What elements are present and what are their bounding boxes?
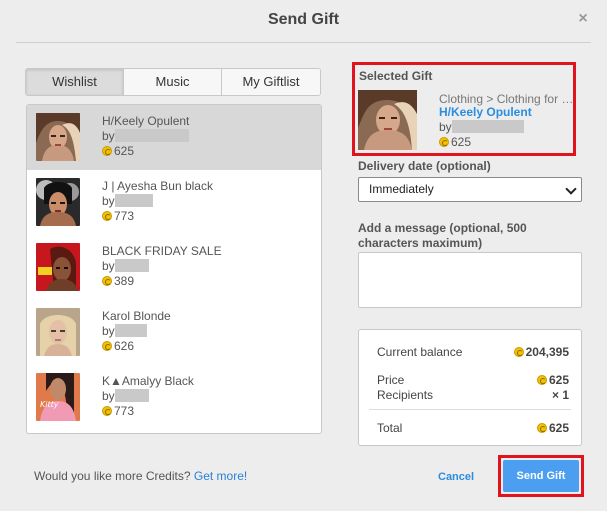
redacted-creator (114, 129, 189, 142)
item-creator: by (102, 324, 147, 338)
redacted-creator (114, 259, 149, 272)
credits-icon (536, 375, 547, 385)
credits-icon (513, 347, 524, 357)
item-name: Karol Blonde (102, 309, 171, 323)
delivery-date-label: Delivery date (optional) (358, 159, 491, 173)
total-value: 625 (536, 421, 569, 435)
total-row: Total 625 (377, 421, 569, 435)
avatar-thumbnail (36, 243, 80, 291)
selected-gift-name[interactable]: H/Keely Opulent (439, 105, 532, 119)
item-price: 389 (102, 274, 134, 288)
item-name: K▲Amalyy Black (102, 374, 194, 388)
price-value: 625 (536, 373, 569, 387)
send-gift-button[interactable]: Send Gift (503, 460, 579, 492)
delivery-date-value: Immediately (369, 182, 434, 196)
price-label: Price (377, 373, 405, 387)
cancel-button[interactable]: Cancel (438, 471, 474, 483)
list-item[interactable]: J | Ayesha Bun black by 773 (27, 170, 321, 235)
credits-prompt: Would you like more Credits? Get more! (34, 469, 247, 483)
item-price: 773 (102, 404, 134, 418)
item-price: 625 (102, 144, 134, 158)
credits-icon (102, 146, 112, 156)
item-creator: by (102, 259, 149, 273)
redacted-creator (114, 194, 153, 207)
item-price: 773 (102, 209, 134, 223)
balance-label: Current balance (377, 345, 463, 359)
delivery-date-select[interactable]: Immediately (358, 177, 582, 202)
title-divider (16, 42, 591, 43)
selected-gift-category: Clothing > Clothing for Females (439, 92, 575, 106)
selected-gift-label: Selected Gift (359, 69, 433, 83)
avatar-thumbnail (36, 113, 80, 161)
list-item[interactable]: Kitty K▲Amalyy Black by 773 (27, 365, 321, 430)
avatar-thumbnail: Kitty (36, 373, 80, 421)
dialog-title: Send Gift (267, 11, 340, 28)
selected-gift-price: 625 (439, 135, 471, 149)
item-price: 626 (102, 339, 134, 353)
svg-text:Kitty: Kitty (40, 400, 59, 409)
close-icon[interactable]: × (577, 11, 589, 27)
item-creator: by (102, 129, 189, 143)
selected-gift-thumbnail (358, 90, 417, 150)
redacted-creator (451, 120, 524, 133)
item-name: BLACK FRIDAY SALE (102, 244, 222, 258)
message-label: Add a message (optional, 500 characters … (358, 221, 527, 250)
list-item[interactable]: BLACK FRIDAY SALE by 389 (27, 235, 321, 300)
credits-icon (102, 276, 112, 286)
item-name: J | Ayesha Bun black (102, 179, 213, 193)
balance-row: Current balance 204,395 (377, 345, 569, 359)
tab-wishlist[interactable]: Wishlist (26, 69, 124, 95)
cost-summary: Current balance 204,395 Price 625 Recipi… (358, 329, 582, 446)
recipients-value: × 1 (551, 388, 569, 402)
list-item[interactable]: Karol Blonde by 626 (27, 300, 321, 365)
selected-gift-creator: by (439, 120, 524, 134)
chevron-down-icon (565, 183, 577, 195)
tab-my-giftlist[interactable]: My Giftlist (222, 69, 320, 95)
recipients-row: Recipients × 1 (377, 388, 569, 402)
credits-icon (102, 341, 112, 351)
credits-icon (439, 137, 449, 147)
credits-icon (536, 423, 547, 433)
balance-value: 204,395 (513, 345, 569, 359)
message-textarea[interactable] (358, 252, 582, 308)
list-item[interactable]: H/Keely Opulent by 625 (27, 105, 321, 170)
send-gift-dialog: Send Gift × Wishlist Music My Giftlist H… (0, 0, 607, 511)
wishlist-list[interactable]: H/Keely Opulent by 625 J | Ayesha Bun bl… (26, 104, 322, 434)
selected-gift-panel: Selected Gift Clothing > Clothing for Fe… (352, 62, 576, 156)
item-creator: by (102, 194, 153, 208)
credits-icon (102, 406, 112, 416)
gift-source-tabs: Wishlist Music My Giftlist (25, 68, 321, 96)
get-more-link[interactable]: Get more! (194, 469, 247, 483)
recipients-label: Recipients (377, 388, 434, 402)
item-name: H/Keely Opulent (102, 114, 190, 128)
avatar-thumbnail (36, 178, 80, 226)
credits-prompt-text: Would you like more Credits? (34, 469, 191, 483)
redacted-creator (114, 389, 149, 402)
total-label: Total (377, 421, 403, 435)
price-row: Price 625 (377, 373, 569, 387)
redacted-creator (114, 324, 147, 337)
item-creator: by (102, 389, 149, 403)
avatar-thumbnail (36, 308, 80, 356)
summary-divider (369, 409, 571, 410)
tab-music[interactable]: Music (124, 69, 222, 95)
credits-icon (102, 211, 112, 221)
